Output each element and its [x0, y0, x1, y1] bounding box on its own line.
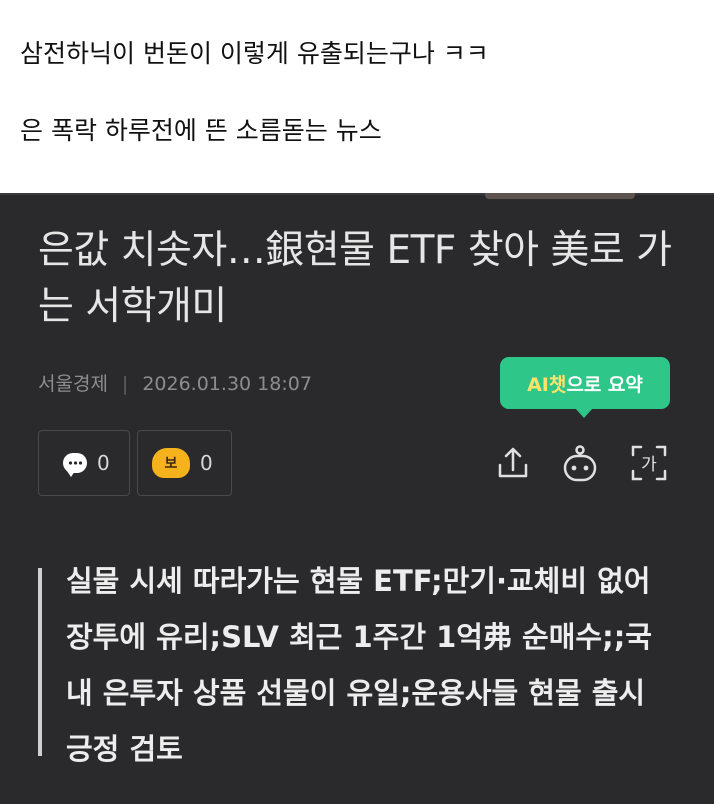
ai-tooltip-prefix: AI챗	[527, 373, 567, 396]
comment-button[interactable]: 0	[38, 430, 130, 496]
comment-count: 0	[97, 451, 110, 475]
reaction-icon-label: 보	[164, 456, 178, 472]
share-icon[interactable]	[493, 443, 533, 483]
ai-chatbot-icon[interactable]	[560, 443, 600, 483]
ai-summary-tooltip[interactable]: AI챗 으로 요약	[500, 357, 670, 409]
translate-icon[interactable]: 가	[629, 443, 669, 483]
news-screenshot: 은값 치솟자…銀현물 ETF 찾아 美로 가는 서학개미 서울경제 | 2026.0…	[0, 193, 714, 804]
article-source[interactable]: 서울경제	[38, 373, 108, 395]
translate-icon-label: 가	[641, 455, 657, 475]
post-text-line-1: 삼전하닉이 번돈이 이렇게 유출되는구나 ㅋㅋ	[20, 39, 489, 68]
article-headline: 은값 치솟자…銀현물 ETF 찾아 美로 가는 서학개미	[38, 228, 672, 329]
post-text-line-2: 은 폭락 하루전에 뜬 소름돋는 뉴스	[20, 116, 382, 145]
article-summary: 실물 시세 따라가는 현물 ETF;만기·교체비 없어 장투에 유리;SLV 최…	[66, 564, 652, 766]
article-meta: 서울경제 | 2026.01.30 18:07	[38, 369, 312, 396]
ai-tooltip-suffix: 으로 요약	[566, 373, 643, 396]
ai-tooltip-arrow	[575, 408, 593, 418]
reaction-face-icon: 보	[152, 448, 190, 478]
article-timestamp: 2026.01.30 18:07	[142, 373, 312, 395]
summary-quote-bar	[38, 568, 42, 756]
meta-divider: |	[121, 373, 129, 395]
reaction-count: 0	[200, 451, 213, 475]
reaction-button[interactable]: 보 0	[137, 430, 232, 496]
comment-bubble-icon	[63, 453, 87, 477]
cropped-thumbnail	[485, 193, 635, 199]
